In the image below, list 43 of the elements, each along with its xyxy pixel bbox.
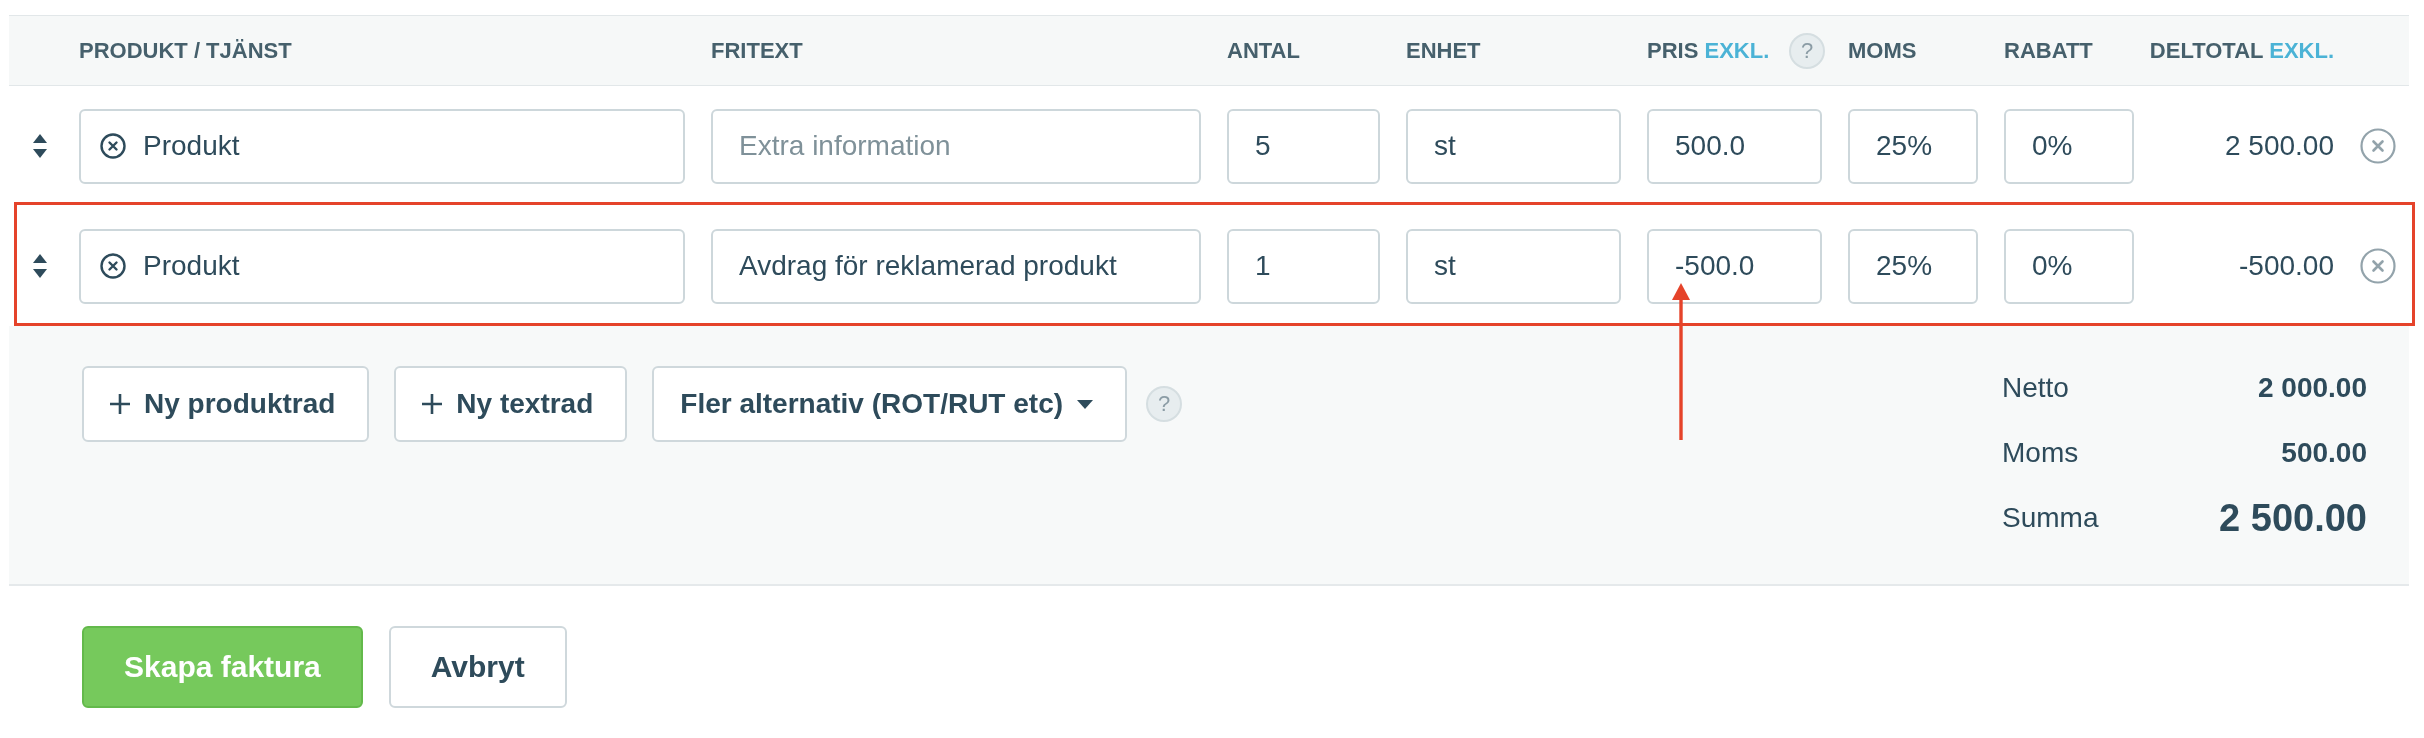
total-label: Netto [2002, 371, 2070, 405]
description-field[interactable]: Extra information [711, 108, 1201, 184]
subtotal-amount: 2 500.00 [2224, 130, 2334, 162]
product-field[interactable]: Produkt [79, 228, 685, 304]
clear-icon[interactable] [100, 252, 126, 279]
discount-field[interactable]: 0% [2004, 228, 2134, 304]
caret-icon [1077, 399, 1094, 409]
total-amount: 2 500.00 [2218, 496, 2367, 540]
quantity-field[interactable]: 1 [1227, 228, 1380, 304]
column-header: MOMS [1848, 37, 1917, 64]
plus-icon [110, 394, 130, 414]
vat-field[interactable]: 25% [1848, 228, 1978, 304]
remove-icon[interactable] [2360, 248, 2396, 284]
column-header: DELTOTAL EXKL. [2149, 37, 2334, 64]
column-header: PRODUKT / TJÄNST [79, 37, 292, 64]
price-field[interactable]: 500.0 [1647, 108, 1822, 184]
total-amount: 500.00 [2280, 436, 2367, 470]
plus-icon [422, 394, 443, 414]
clear-icon[interactable] [100, 132, 126, 159]
unit-field[interactable]: st [1406, 228, 1621, 304]
vat-field[interactable]: 25% [1848, 108, 1978, 184]
remove-icon[interactable] [2360, 128, 2396, 164]
sort-handle-icon[interactable] [33, 134, 47, 158]
unit-field[interactable]: st [1406, 108, 1621, 184]
column-header: ANTAL [1227, 37, 1300, 64]
subtotal-amount: -500.00 [2238, 250, 2334, 282]
total-label: Moms [2002, 436, 2080, 470]
total-amount: 2 000.00 [2257, 371, 2367, 405]
action-button[interactable]: Fler alternativ (ROT/RUT etc) [652, 366, 1128, 442]
description-field[interactable]: Avdrag för reklamerad produkt [711, 228, 1201, 304]
cancel-button[interactable]: Avbryt [388, 626, 567, 708]
total-label: Summa [2002, 501, 2100, 535]
discount-field[interactable]: 0% [2004, 108, 2134, 184]
column-header: FRITEXT [711, 37, 803, 64]
action-button[interactable]: Ny textrad [394, 366, 628, 442]
column-header: ENHET [1406, 37, 1481, 64]
quantity-field[interactable]: 5 [1227, 108, 1380, 184]
sort-handle-icon[interactable] [33, 254, 47, 278]
column-header: RABATT [2004, 37, 2093, 64]
column-header: PRIS EXKL. [1647, 37, 1770, 64]
price-field[interactable]: -500.0 [1647, 228, 1822, 304]
action-button[interactable]: Ny produktrad [82, 366, 370, 442]
product-field[interactable]: Produkt [79, 108, 685, 184]
